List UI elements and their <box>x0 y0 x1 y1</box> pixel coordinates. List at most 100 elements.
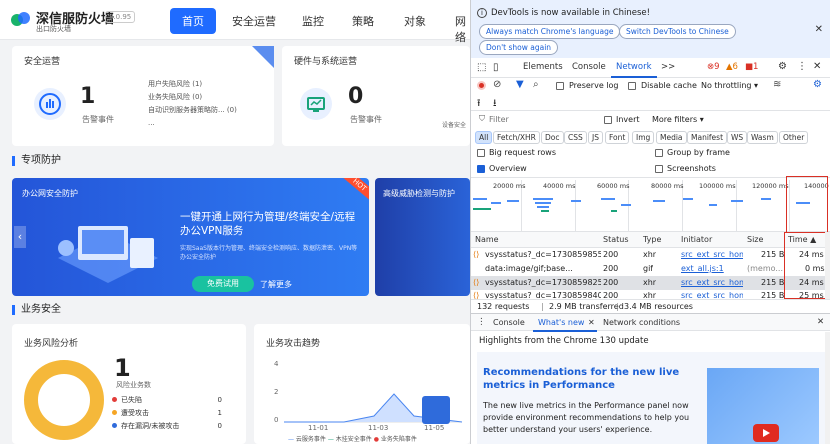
top-nav: 深信服防火墙 出口防火墙 8.0.95 首页 安全运营 监控 策略 对象 网络 <box>0 0 470 44</box>
drawer-scrollbar[interactable] <box>825 332 830 444</box>
chip-all[interactable]: All <box>475 131 493 144</box>
preserve-log-label: Preserve log <box>569 81 619 90</box>
table-row[interactable]: ⟨⟩ vsysstatus?_dc=1730859855... 200 xhr … <box>471 248 830 262</box>
nav-home[interactable]: 首页 <box>170 8 216 34</box>
brand-logo-icon <box>11 12 30 26</box>
table-row[interactable]: ⟨⟩ vsysstatus?_dc=1730859840... 200 xhr … <box>471 290 830 299</box>
nav-security-ops[interactable]: 安全运营 <box>232 13 276 29</box>
chip-css[interactable]: CSS <box>564 131 587 144</box>
network-settings-icon[interactable]: ⚙ <box>813 79 822 90</box>
search-icon[interactable]: ⌕ <box>533 79 539 90</box>
security-ops-card[interactable]: 安全运营 1 告警事件 用户失陷风险 (1) 业务失陷风险 (0) 自动识别服务… <box>12 46 274 146</box>
chip-img[interactable]: Img <box>632 131 655 144</box>
dont-show-button[interactable]: Don't show again <box>479 40 559 55</box>
version-badge: 8.0.95 <box>105 11 136 23</box>
chip-ws[interactable]: WS <box>727 131 748 144</box>
info-icon: i <box>477 8 487 18</box>
table-row[interactable]: data:image/gif;base... 200 gif ext_all.j… <box>471 262 830 276</box>
security-alert-count: 1 <box>80 84 96 109</box>
nav-network[interactable]: 网络 <box>455 13 470 45</box>
network-toolbar: ⊘ ▼ ⌕ Preserve log Disable cache No thro… <box>471 78 830 95</box>
device-toolbar-icon[interactable]: ▯ <box>493 62 499 73</box>
close-icon[interactable]: ✕ <box>815 24 823 35</box>
chip-font[interactable]: Font <box>605 131 630 144</box>
group-frame-checkbox[interactable] <box>655 149 663 157</box>
chip-fetch-xhr[interactable]: Fetch/XHR <box>493 131 540 144</box>
learn-more-link[interactable]: 了解更多 <box>260 279 292 290</box>
risk-item[interactable]: 自动识别服务器策略防... (0) <box>148 104 268 117</box>
record-icon[interactable] <box>477 81 486 90</box>
monitor-icon <box>300 88 332 120</box>
filter-input[interactable] <box>489 113 589 126</box>
whats-new-article[interactable]: Recommendations for the new live metrics… <box>477 352 827 444</box>
big-rows-checkbox[interactable] <box>477 149 485 157</box>
settings-gear-icon[interactable]: ⚙ <box>778 61 787 72</box>
overview-checkbox[interactable] <box>477 165 485 173</box>
tab-console[interactable]: Console <box>572 62 606 72</box>
drawer-menu-icon[interactable]: ⋮ <box>477 317 486 327</box>
nav-policy[interactable]: 策略 <box>352 13 374 29</box>
timeline-overview[interactable]: 20000 ms 40000 ms 60000 ms 80000 ms 1000… <box>471 176 830 234</box>
nav-monitor[interactable]: 监控 <box>302 13 324 29</box>
chip-media[interactable]: Media <box>656 131 687 144</box>
risk-legend-item: 遭受攻击 1 <box>112 407 222 420</box>
drawer-tab-network-conditions[interactable]: Network conditions <box>603 318 680 327</box>
big-rows-label: Big request rows <box>489 148 557 157</box>
drawer-tab-console[interactable]: Console <box>493 318 525 327</box>
issue-badge[interactable]: ■1 <box>745 62 758 72</box>
article-title[interactable]: Recommendations for the new live metrics… <box>483 366 697 392</box>
col-type[interactable]: Type <box>643 235 661 244</box>
advanced-threat-banner[interactable]: 高级威胁检测与防护 <box>375 178 470 296</box>
chip-other[interactable]: Other <box>779 131 809 144</box>
clear-icon[interactable]: ⊘ <box>493 79 501 90</box>
free-trial-button[interactable]: 免费试用 <box>192 276 254 292</box>
status-summary: 132 requests | 2.9 MB transferred | 3.4 … <box>471 299 830 313</box>
match-language-button[interactable]: Always match Chrome's language <box>479 24 621 39</box>
col-size[interactable]: Size <box>747 235 763 244</box>
banner2-label: 高级威胁检测与防护 <box>383 189 455 198</box>
throttling-select[interactable]: No throttling ▾ <box>701 81 758 90</box>
table-row[interactable]: ⟨⟩ vsysstatus?_dc=1730859825... 200 xhr … <box>471 276 830 290</box>
risk-item[interactable]: 业务失陷风险 (0) <box>148 91 268 104</box>
tab-network[interactable]: Network <box>616 62 652 72</box>
tab-elements[interactable]: Elements <box>523 62 563 72</box>
chip-doc[interactable]: Doc <box>541 131 564 144</box>
inspect-icon[interactable]: ⬚ <box>477 62 486 73</box>
office-security-banner[interactable]: 办公网安全防护 HOT ‹ 一键开通上网行为管理/终端安全/远程办公VPN服务 … <box>12 178 369 296</box>
col-status[interactable]: Status <box>603 235 629 244</box>
col-initiator[interactable]: Initiator <box>681 235 712 244</box>
video-thumbnail[interactable] <box>707 368 819 444</box>
risk-legend-item: 存在漏洞/未被攻击 0 <box>112 420 222 433</box>
close-devtools-icon[interactable]: ✕ <box>813 61 821 72</box>
invert-checkbox[interactable] <box>604 116 612 124</box>
more-tabs-button[interactable]: >> <box>661 62 675 72</box>
nav-object[interactable]: 对象 <box>404 13 426 29</box>
drawer-tab-whats-new[interactable]: What's new <box>538 318 584 327</box>
banner-prev-button[interactable]: ‹ <box>14 226 26 248</box>
warning-badge[interactable]: ▲6 <box>726 62 738 72</box>
devtools-tabbar: ⬚ ▯ Elements Console Network >> ⊗9 ▲6 ■1… <box>471 58 830 78</box>
col-name[interactable]: Name <box>475 235 499 244</box>
switch-chinese-button[interactable]: Switch DevTools to Chinese <box>619 24 736 39</box>
io-toolbar: ⭱ ⭳ <box>471 95 830 111</box>
risk-item[interactable]: 用户失陷风险 (1) <box>148 78 268 91</box>
overview-label: Overview <box>489 164 527 173</box>
table-scrollbar[interactable] <box>825 232 830 299</box>
disable-cache-checkbox[interactable] <box>628 82 636 90</box>
more-filters-button[interactable]: More filters ▾ <box>652 115 704 124</box>
chip-manifest[interactable]: Manifest <box>687 131 728 144</box>
screenshots-checkbox[interactable] <box>655 165 663 173</box>
filter-funnel-icon[interactable]: ▼ <box>516 79 524 90</box>
wifi-icon[interactable]: ≋ <box>773 79 781 90</box>
error-badge[interactable]: ⊗9 <box>707 62 720 72</box>
hardware-ops-card[interactable]: 硬件与系统运营 0 告警事件 设备安全 <box>282 46 470 146</box>
more-options-icon[interactable]: ⋮ <box>797 61 807 72</box>
close-whats-new-icon[interactable]: ✕ <box>588 318 595 327</box>
chip-js[interactable]: JS <box>588 131 603 144</box>
timeline-tick: 40000 ms <box>543 182 576 190</box>
risk-more[interactable]: ... <box>148 117 268 130</box>
preserve-log-checkbox[interactable] <box>556 82 564 90</box>
timeline-tick: 100000 ms <box>699 182 736 190</box>
close-drawer-icon[interactable]: ✕ <box>817 317 824 327</box>
chip-wasm[interactable]: Wasm <box>747 131 778 144</box>
